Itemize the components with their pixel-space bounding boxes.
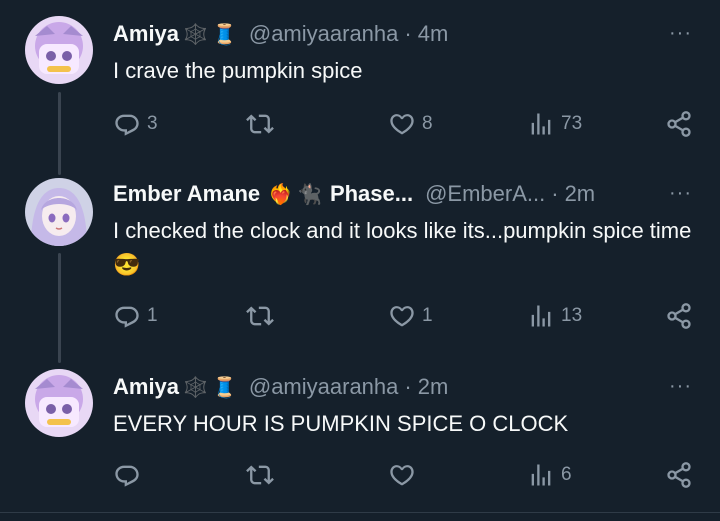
reply-count: 3	[147, 113, 158, 134]
share-icon	[665, 110, 693, 138]
separator: ·	[404, 374, 412, 399]
reply-button[interactable]	[113, 461, 147, 489]
separator: ·	[404, 21, 412, 46]
more-options-icon[interactable]: ···	[669, 375, 692, 398]
sunglasses-emoji: 😎	[113, 252, 141, 277]
share-icon	[665, 302, 693, 330]
view-count: 6	[561, 464, 572, 485]
reply-icon	[113, 461, 141, 489]
tweet-header: Amiya 🕸️ 🧵 @amiyaaranha · 2m	[113, 373, 448, 401]
more-options-icon[interactable]: ···	[669, 22, 692, 45]
display-name-suffix[interactable]: Phase...	[330, 181, 413, 207]
like-button[interactable]	[388, 461, 422, 489]
action-bar: 6	[113, 459, 698, 491]
views-button[interactable]: 73	[527, 110, 582, 138]
timestamp[interactable]: 2m	[418, 374, 449, 400]
tweet-header: Amiya 🕸️ 🧵 @amiyaaranha · 4m	[113, 20, 448, 48]
views-button[interactable]: 13	[527, 302, 582, 330]
tweet-text-body: I checked the clock and it looks like it…	[113, 218, 692, 243]
like-button[interactable]: 8	[388, 110, 433, 138]
tweet-2[interactable]: Ember Amane ❤️‍🔥 🐈‍⬛ Phase... @EmberA...…	[0, 175, 720, 363]
heart-icon	[388, 461, 416, 489]
thread-spool-emoji: 🧵	[211, 23, 237, 46]
retweet-icon	[246, 461, 274, 489]
retweet-button[interactable]	[246, 461, 280, 489]
reply-icon	[113, 302, 141, 330]
heart-on-fire-emoji: ❤️‍🔥	[268, 183, 294, 206]
display-name[interactable]: Ember Amane	[113, 181, 260, 207]
avatar[interactable]	[25, 369, 93, 437]
views-button[interactable]: 6	[527, 461, 572, 489]
handle[interactable]: @amiyaaranha	[249, 21, 399, 47]
views-icon	[527, 461, 555, 489]
retweet-button[interactable]	[246, 110, 280, 138]
view-count: 13	[561, 305, 583, 326]
display-name[interactable]: Amiya	[113, 21, 179, 47]
thread-spool-emoji: 🧵	[211, 376, 237, 399]
views-icon	[527, 110, 555, 138]
thread-line	[58, 92, 61, 175]
timestamp[interactable]: 2m	[565, 181, 596, 207]
view-count: 73	[561, 113, 583, 134]
like-count: 1	[422, 305, 433, 326]
views-icon	[527, 302, 555, 330]
spiderweb-emoji: 🕸️	[183, 23, 208, 46]
like-button[interactable]: 1	[388, 302, 433, 330]
share-button[interactable]	[665, 461, 693, 489]
reply-button[interactable]: 3	[113, 110, 158, 138]
separator: ·	[551, 181, 559, 206]
more-options-icon[interactable]: ···	[669, 182, 692, 205]
tweet-1[interactable]: Amiya 🕸️ 🧵 @amiyaaranha · 4m ··· I crave…	[0, 0, 720, 175]
retweet-icon	[246, 110, 274, 138]
divider	[0, 512, 720, 513]
tweet-text: I crave the pumpkin spice	[113, 58, 363, 83]
avatar[interactable]	[25, 16, 93, 84]
reply-count: 1	[147, 305, 158, 326]
tweet-header: Ember Amane ❤️‍🔥 🐈‍⬛ Phase... @EmberA...…	[113, 180, 595, 208]
share-button[interactable]	[665, 302, 693, 330]
tweet-text: I checked the clock and it looks like it…	[113, 214, 693, 282]
heart-icon	[388, 110, 416, 138]
spiderweb-emoji: 🕸️	[183, 376, 208, 399]
retweet-icon	[246, 302, 274, 330]
tweet-3[interactable]: Amiya 🕸️ 🧵 @amiyaaranha · 2m ··· EVERY H…	[0, 360, 720, 521]
handle[interactable]: @amiyaaranha	[249, 374, 399, 400]
retweet-button[interactable]	[246, 302, 280, 330]
action-bar: 1 1 13	[113, 300, 698, 332]
share-icon	[665, 461, 693, 489]
heart-icon	[388, 302, 416, 330]
handle[interactable]: @EmberA...	[425, 181, 545, 207]
reply-button[interactable]: 1	[113, 302, 158, 330]
black-cat-emoji: 🐈‍⬛	[297, 183, 322, 206]
avatar[interactable]	[25, 178, 93, 246]
display-name[interactable]: Amiya	[113, 374, 179, 400]
reply-icon	[113, 110, 141, 138]
tweet-text: EVERY HOUR IS PUMPKIN SPICE O CLOCK	[113, 411, 569, 436]
share-button[interactable]	[665, 110, 693, 138]
action-bar: 3 8 73	[113, 108, 698, 140]
thread-line	[58, 253, 61, 363]
timestamp[interactable]: 4m	[418, 21, 449, 47]
like-count: 8	[422, 113, 433, 134]
